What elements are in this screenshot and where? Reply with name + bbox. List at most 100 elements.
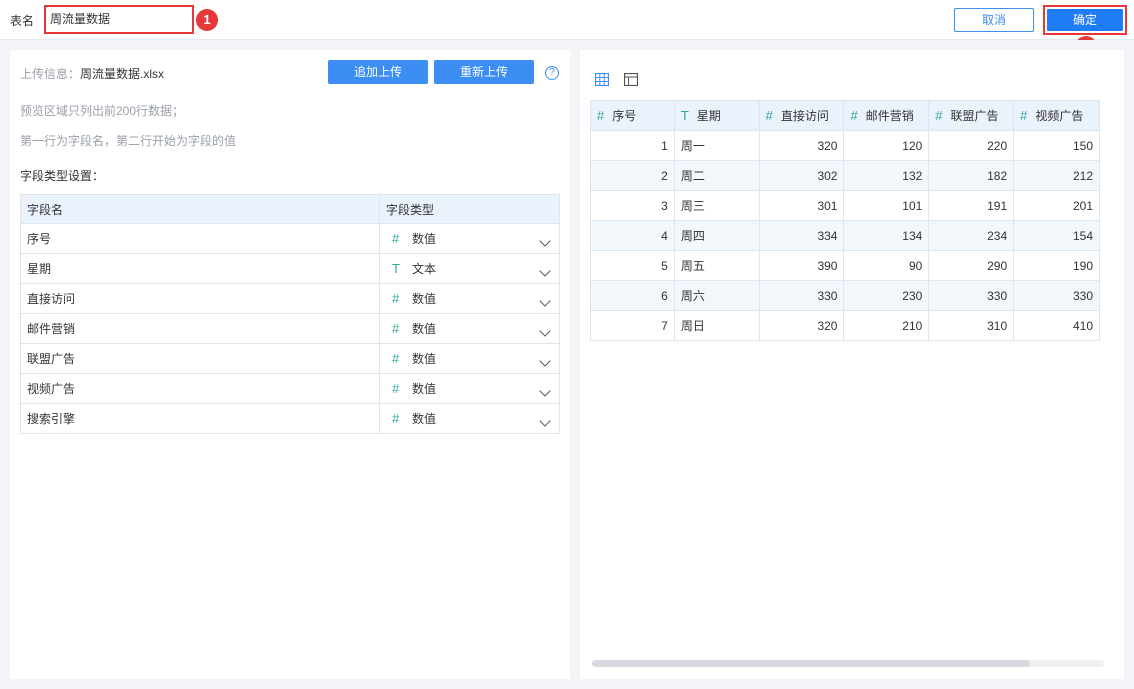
field-type-select[interactable]: # 数值: [379, 373, 560, 404]
field-type-select[interactable]: # 数值: [379, 343, 560, 374]
preview-column-label: 直接访问: [780, 109, 829, 123]
table-cell: 1: [590, 130, 675, 161]
field-type-select[interactable]: # 数值: [379, 223, 560, 254]
table-cell: 101: [843, 190, 930, 221]
field-type-value: 数值: [412, 412, 437, 426]
number-type-icon: #: [392, 411, 400, 426]
header-row-note: 第一行为字段名，第二行开始为字段的值: [20, 134, 237, 148]
cancel-button[interactable]: 取消: [954, 8, 1034, 32]
field-type-select[interactable]: # 数值: [379, 283, 560, 314]
number-type-icon: #: [765, 108, 773, 123]
field-type-value: 数值: [412, 232, 437, 246]
table-cell: 220: [928, 130, 1015, 161]
table-cell: 132: [843, 160, 930, 191]
chevron-down-icon[interactable]: [539, 355, 551, 367]
table-row: 3 周三 301 101 191 201: [590, 190, 1100, 221]
append-upload-button[interactable]: 追加上传: [328, 60, 428, 84]
field-row: 邮件营销 # 数值: [20, 313, 560, 344]
field-type-table: 字段名 字段类型 序号 # 数值 星期 T 文本 直接访问 # 数值 邮件营销 # 数值 联盟广告 # 数值…: [20, 194, 560, 434]
number-type-icon: #: [1020, 108, 1028, 123]
table-cell: 190: [1013, 250, 1100, 281]
step-badge-1: 1: [196, 9, 218, 31]
chevron-down-icon[interactable]: [539, 235, 551, 247]
table-cell: 320: [758, 130, 845, 161]
table-cell: 3: [590, 190, 675, 221]
table-cell: 330: [1013, 280, 1100, 311]
number-type-icon: #: [597, 108, 605, 123]
table-cell: 320: [758, 310, 845, 341]
field-row: 联盟广告 # 数值: [20, 343, 560, 374]
scrollbar-thumb[interactable]: [592, 660, 1030, 667]
table-cell: 230: [843, 280, 930, 311]
table-cell: 330: [758, 280, 845, 311]
horizontal-scrollbar[interactable]: [592, 660, 1104, 667]
text-type-icon: T: [680, 108, 689, 123]
grid-view-icon[interactable]: [595, 73, 609, 86]
table-cell: 182: [928, 160, 1015, 191]
table-cell: 302: [758, 160, 845, 191]
chevron-down-icon[interactable]: [539, 415, 551, 427]
chevron-down-icon[interactable]: [539, 265, 551, 277]
table-row: 7 周日 320 210 310 410: [590, 310, 1100, 341]
field-name: 序号: [20, 223, 380, 254]
number-type-icon: #: [392, 321, 400, 336]
confirm-button-highlight: 确定: [1043, 5, 1127, 35]
preview-column-label: 联盟广告: [950, 109, 999, 123]
preview-column-label: 视频广告: [1035, 109, 1084, 123]
table-cell: 154: [1013, 220, 1100, 251]
preview-column-label: 星期: [696, 109, 721, 123]
top-bar: 表名 周流量数据 1 取消 确定 2: [0, 0, 1134, 58]
table-cell: 周六: [673, 280, 760, 311]
table-cell: 301: [758, 190, 845, 221]
number-type-icon: #: [935, 108, 943, 123]
table-cell: 191: [928, 190, 1015, 221]
field-type-value: 数值: [412, 382, 437, 396]
table-name-input[interactable]: 周流量数据: [44, 5, 194, 34]
table-cell: 234: [928, 220, 1015, 251]
field-row: 视频广告 # 数值: [20, 373, 560, 404]
column-header-field-name: 字段名: [20, 194, 380, 224]
text-type-icon: T: [392, 261, 400, 276]
field-settings-title: 字段类型设置：: [20, 169, 105, 183]
table-cell: 4: [590, 220, 675, 251]
table-cell: 210: [843, 310, 930, 341]
field-row: 星期 T 文本: [20, 253, 560, 284]
number-type-icon: #: [392, 231, 400, 246]
chevron-down-icon[interactable]: [539, 325, 551, 337]
chevron-down-icon[interactable]: [539, 385, 551, 397]
number-type-icon: #: [392, 351, 400, 366]
chevron-down-icon[interactable]: [539, 295, 551, 307]
help-icon[interactable]: ?: [545, 66, 559, 80]
confirm-button[interactable]: 确定: [1047, 9, 1123, 31]
table-cell: 周二: [673, 160, 760, 191]
data-preview-panel: # 序号 T 星期 # 直接访问 # 邮件营销 # 联盟广告 # 视频广告 1 周一 320 120 220 1…: [580, 50, 1124, 679]
field-type-select[interactable]: # 数值: [379, 403, 560, 434]
table-cell: 134: [843, 220, 930, 251]
field-row: 序号 # 数值: [20, 223, 560, 254]
field-settings-panel: 上传信息：周流量数据.xlsx 追加上传 重新上传 ? 预览区域只列出前200行…: [10, 50, 570, 679]
preview-column-header: # 序号: [590, 100, 675, 131]
field-type-select[interactable]: # 数值: [379, 313, 560, 344]
preview-column-label: 邮件营销: [865, 109, 914, 123]
table-cell: 周四: [673, 220, 760, 251]
field-name: 直接访问: [20, 283, 380, 314]
layout-view-icon[interactable]: [624, 73, 638, 86]
table-cell: 周日: [673, 310, 760, 341]
table-cell: 7: [590, 310, 675, 341]
table-cell: 330: [928, 280, 1015, 311]
upload-info: 上传信息：周流量数据.xlsx: [20, 65, 164, 82]
table-row: 6 周六 330 230 330 330: [590, 280, 1100, 311]
table-row: 5 周五 390 90 290 190: [590, 250, 1100, 281]
preview-column-header: # 直接访问: [758, 100, 845, 131]
table-cell: 310: [928, 310, 1015, 341]
number-type-icon: #: [392, 291, 400, 306]
table-cell: 90: [843, 250, 930, 281]
preview-column-header: T 星期: [673, 100, 760, 131]
table-name-label: 表名: [10, 14, 35, 28]
column-header-field-type: 字段类型: [379, 194, 560, 224]
preview-column-header: # 视频广告: [1013, 100, 1100, 131]
field-name: 视频广告: [20, 373, 380, 404]
field-type-select[interactable]: T 文本: [379, 253, 560, 284]
reupload-button[interactable]: 重新上传: [434, 60, 534, 84]
field-type-value: 数值: [412, 352, 437, 366]
